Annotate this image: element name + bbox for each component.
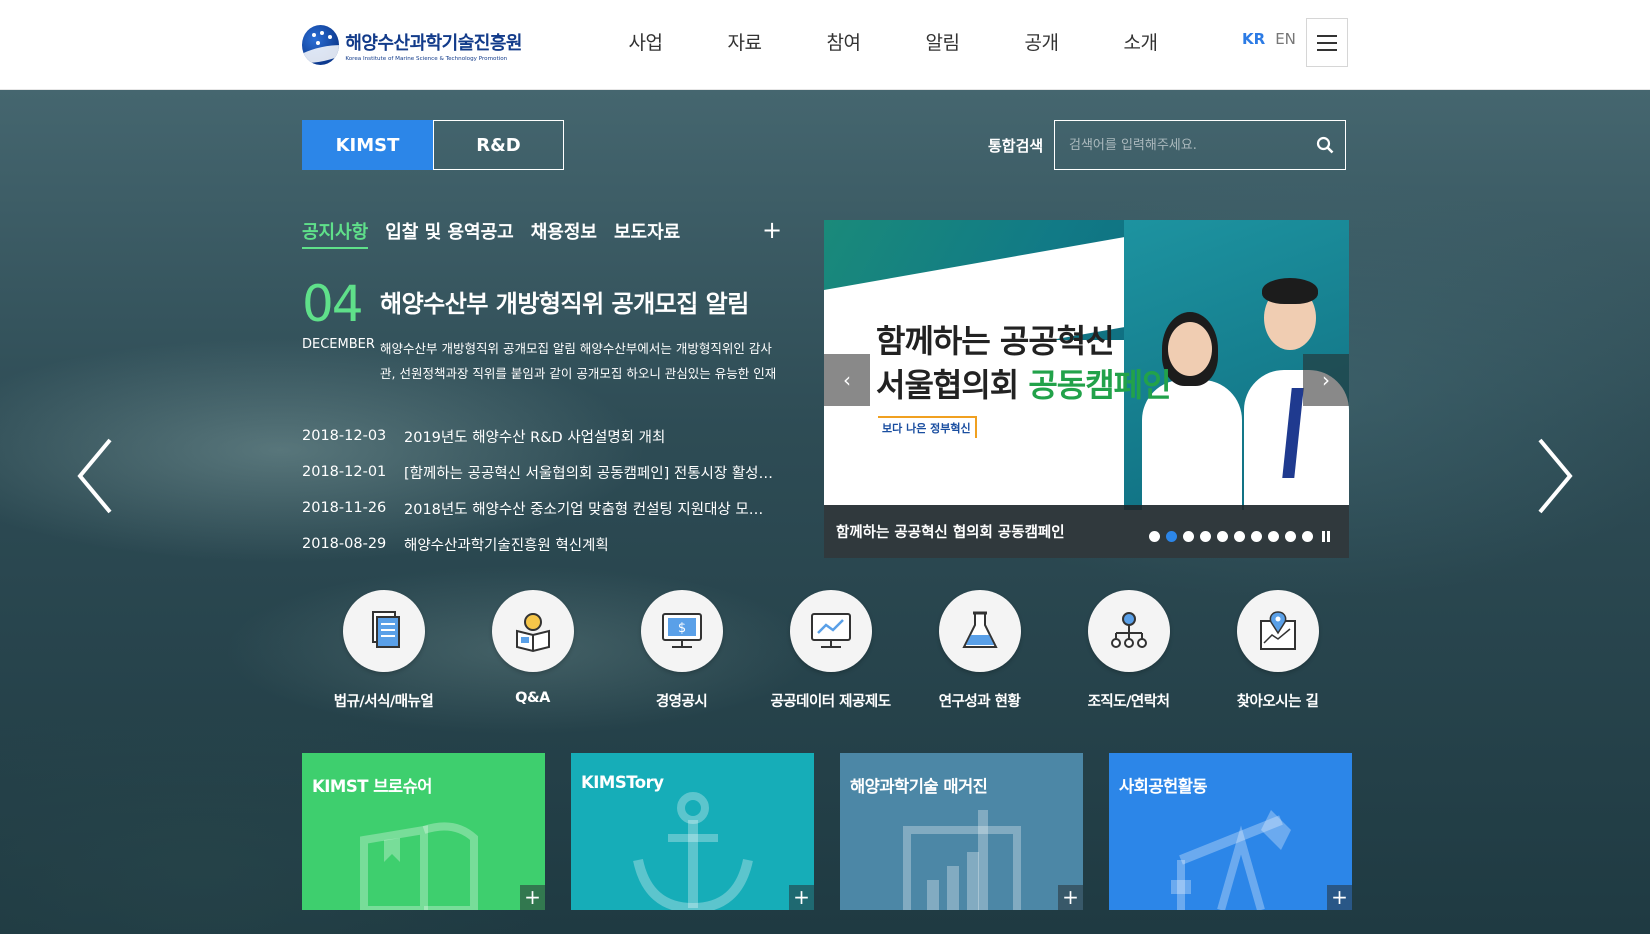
list-item[interactable]: 2018-08-29 해양수산과학기술진흥원 혁신계획: [302, 526, 782, 562]
bar-chart-icon: [902, 810, 1021, 910]
hamburger-icon: [1317, 34, 1337, 37]
nav-item-disclosure[interactable]: 공개: [992, 28, 1091, 55]
logo-english-name: Korea Institute of Marine Science & Tech…: [345, 55, 508, 62]
search-input[interactable]: [1055, 121, 1305, 169]
quick-links: 법규/서식/매뉴얼 Q&A $ 경영공시 공공데이터 제공제도 연구성과 현황 …: [309, 590, 1352, 711]
card-magazine[interactable]: 해양과학기술 매거진 +: [840, 753, 1083, 910]
featured-notice-title[interactable]: 해양수산부 개방형직위 공개모집 알림: [380, 284, 749, 319]
quick-link-management[interactable]: $ 경영공시: [607, 590, 756, 711]
monitor-chart-icon: [789, 590, 872, 672]
banner-dot[interactable]: [1285, 531, 1296, 542]
card-brochure[interactable]: KIMST 브로슈어 +: [302, 753, 545, 910]
banner-dot[interactable]: [1200, 531, 1211, 542]
banner-dot[interactable]: [1166, 531, 1177, 542]
map-pin-icon: [1236, 590, 1319, 672]
banner-dot[interactable]: [1302, 531, 1313, 542]
banner-headline-2: 서울협의회 공동캠페인: [876, 366, 1172, 404]
notice-more-button[interactable]: +: [762, 218, 782, 242]
banner-pagination: [1149, 531, 1330, 542]
nav-item-business[interactable]: 사업: [596, 28, 695, 55]
tab-rnd[interactable]: R&D: [433, 120, 564, 170]
banner-headline-1: 함께하는 공공혁신: [876, 322, 1115, 360]
list-item[interactable]: 2018-11-26 2018년도 해양수산 중소기업 맞춤형 컨설팅 지원대상…: [302, 490, 782, 526]
card-plus-icon: +: [1058, 885, 1083, 910]
search-label: 통합검색: [988, 137, 1044, 155]
card-plus-icon: +: [1327, 885, 1352, 910]
pause-icon[interactable]: [1322, 531, 1330, 542]
svg-text:$: $: [677, 621, 685, 636]
banner-dot[interactable]: [1183, 531, 1194, 542]
promo-banner-slider[interactable]: 함께하는 공공혁신 서울협의회 공동캠페인 보다 나은 정부혁신 ‹ › 함께하…: [824, 220, 1349, 558]
monitor-dollar-icon: $: [640, 590, 723, 672]
banner-dot[interactable]: [1234, 531, 1245, 542]
site-logo[interactable]: 해양수산과학기술진흥원 Korea Institute of Marine Sc…: [302, 22, 522, 68]
notice-date: 2018-12-01: [302, 464, 387, 480]
lang-en-link[interactable]: EN: [1275, 30, 1296, 48]
language-switch: KR EN: [1242, 30, 1296, 48]
tab-kimst[interactable]: KIMST: [302, 120, 433, 170]
hero-next-arrow[interactable]: [1534, 436, 1574, 516]
question-book-icon: [491, 590, 574, 672]
search-box: [1054, 120, 1346, 170]
banner-prev-button[interactable]: ‹: [824, 354, 870, 406]
notice-date: 2018-11-26: [302, 500, 387, 516]
card-social-contribution[interactable]: 사회공헌활동 +: [1109, 753, 1352, 910]
nav-item-participation[interactable]: 참여: [794, 28, 893, 55]
notice-tabs: 공지사항 입찰 및 용역공고 채용정보 보도자료: [302, 218, 680, 249]
book-icon: [359, 822, 478, 910]
card-kimstory[interactable]: KIMSTory +: [571, 753, 814, 910]
notice-list: 2018-12-03 2019년도 해양수산 R&D 사업설명회 개최 2018…: [302, 418, 782, 562]
nav-item-about[interactable]: 소개: [1091, 28, 1190, 55]
logo-emblem-icon: [302, 25, 340, 65]
card-plus-icon: +: [520, 885, 545, 910]
anchor-icon: [632, 792, 753, 910]
tab-recruit[interactable]: 채용정보: [531, 218, 597, 249]
notice-title: 2019년도 해양수산 R&D 사업설명회 개최: [404, 429, 666, 446]
lang-kr-link[interactable]: KR: [1242, 30, 1265, 48]
banner-dot[interactable]: [1268, 531, 1279, 542]
notice-date: 2018-12-03: [302, 428, 387, 444]
oil-pump-icon: [1170, 810, 1291, 910]
hamburger-menu-button[interactable]: [1306, 18, 1348, 67]
logo-korean-name: 해양수산과학기술진흥원: [345, 32, 522, 54]
banner-slogan: 보다 나은 정부혁신: [878, 416, 977, 438]
feature-cards: KIMST 브로슈어 + KIMSTory + 해양과학기술 매거진 + 사회공…: [302, 753, 1352, 910]
hero-prev-arrow[interactable]: [76, 436, 116, 516]
document-icon: [342, 590, 425, 672]
site-tabs: KIMST R&D: [302, 120, 564, 170]
featured-day: 04: [302, 275, 364, 333]
notice-title: 2018년도 해양수산 중소기업 맞춤형 컨설팅 지원대상 모집 마감: [404, 501, 774, 518]
banner-dot[interactable]: [1251, 531, 1262, 542]
list-item[interactable]: 2018-12-03 2019년도 해양수산 R&D 사업설명회 개최: [302, 418, 782, 454]
card-plus-icon: +: [789, 885, 814, 910]
nav-item-resources[interactable]: 자료: [695, 28, 794, 55]
nav-item-news[interactable]: 알림: [893, 28, 992, 55]
chevron-left-icon: [77, 438, 112, 514]
quick-link-organization[interactable]: 조직도/연락처: [1054, 590, 1203, 711]
banner-caption: 함께하는 공공혁신 협의회 공동캠페인: [836, 525, 1065, 541]
featured-month: DECEMBER: [302, 337, 375, 352]
quick-link-regulations[interactable]: 법규/서식/매뉴얼: [309, 590, 458, 711]
banner-dot[interactable]: [1149, 531, 1160, 542]
quick-link-qna[interactable]: Q&A: [458, 590, 607, 711]
list-item[interactable]: 2018-12-01 [함께하는 공공혁신 서울협의회 공동캠페인] 전통시장 …: [302, 454, 782, 490]
quick-link-directions[interactable]: 찾아오시는 길: [1203, 590, 1352, 711]
notice-date: 2018-08-29: [302, 536, 387, 552]
tab-press[interactable]: 보도자료: [614, 218, 680, 249]
tab-bids[interactable]: 입찰 및 용역공고: [385, 218, 513, 249]
tab-notice[interactable]: 공지사항: [302, 218, 369, 249]
flask-icon: [938, 590, 1021, 672]
chevron-right-icon: [1538, 438, 1573, 514]
org-chart-icon: [1087, 590, 1170, 672]
quick-link-research[interactable]: 연구성과 현황: [905, 590, 1054, 711]
search-icon[interactable]: [1305, 121, 1345, 169]
main-nav: 사업 자료 참여 알림 공개 소개: [596, 28, 1190, 55]
site-header: 해양수산과학기술진흥원 Korea Institute of Marine Sc…: [0, 0, 1650, 90]
banner-next-button[interactable]: ›: [1303, 354, 1349, 406]
notice-title: [함께하는 공공혁신 서울협의회 공동캠페인] 전통시장 활성화 캠페인: [404, 465, 774, 482]
banner-dot[interactable]: [1217, 531, 1228, 542]
quick-link-public-data[interactable]: 공공데이터 제공제도: [756, 590, 905, 711]
featured-notice-desc: 해양수산부 개방형직위 공개모집 알림 해양수산부에서는 개방형직위인 감사관,…: [380, 341, 777, 381]
notice-title: 해양수산과학기술진흥원 혁신계획: [404, 537, 609, 554]
